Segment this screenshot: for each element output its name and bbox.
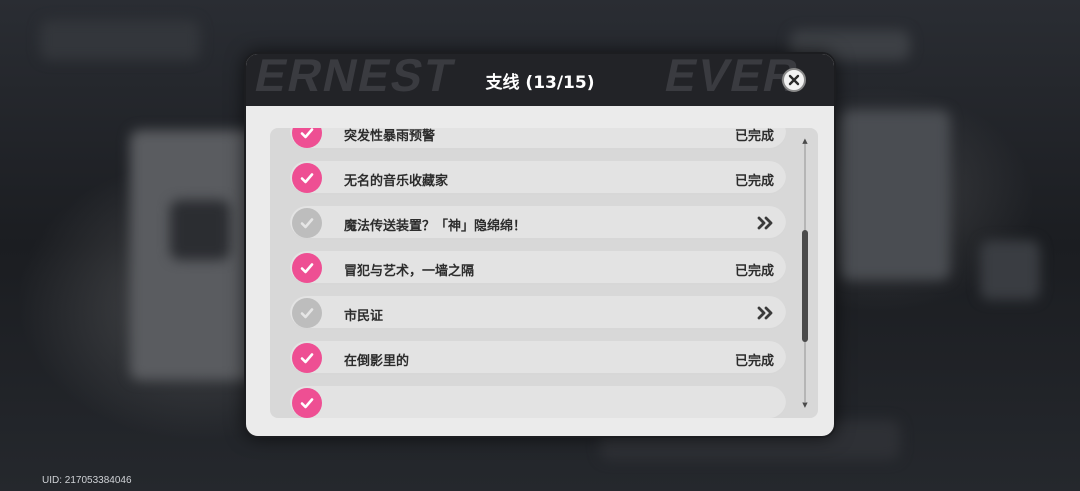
check-icon xyxy=(300,218,314,229)
completed-check-badge xyxy=(292,388,322,418)
check-icon xyxy=(300,308,314,319)
side-quest-dialog: ERNEST EVER 支线 (13/15) 突发性暴雨预警 已完成 无名的音乐收藏… xyxy=(244,52,836,438)
quest-status: 已完成 xyxy=(734,264,774,279)
completed-check-badge xyxy=(292,128,322,148)
check-icon xyxy=(300,353,314,364)
quest-title: 市民证 xyxy=(344,309,384,324)
quest-status: 已完成 xyxy=(734,174,774,189)
quest-row[interactable]: 市民证 xyxy=(290,296,786,330)
quest-row[interactable] xyxy=(290,386,786,418)
quest-row[interactable]: 无名的音乐收藏家 已完成 xyxy=(290,161,786,195)
check-icon xyxy=(300,263,314,274)
quest-title: 突发性暴雨预警 xyxy=(344,129,436,144)
dialog-title: 支线 (13/15) xyxy=(485,73,595,93)
quest-row[interactable]: 冒犯与艺术，一墙之隔 已完成 xyxy=(290,251,786,285)
check-icon xyxy=(300,128,314,139)
pending-check-badge xyxy=(292,208,322,238)
quest-row[interactable]: 在倒影里的 已完成 xyxy=(290,341,786,375)
quest-list[interactable]: 突发性暴雨预警 已完成 无名的音乐收藏家 已完成 魔法传送装置？「神」隐绵绵！ 冒犯与艺术… xyxy=(270,128,818,418)
dialog-header: ERNEST EVER 支线 (13/15) xyxy=(246,54,834,106)
quest-status: 已完成 xyxy=(734,354,774,369)
quest-row[interactable]: 突发性暴雨预警 已完成 xyxy=(290,128,786,150)
quest-title: 在倒影里的 xyxy=(344,354,410,369)
bg-shape xyxy=(840,110,950,280)
scroll-thumb[interactable] xyxy=(802,230,808,342)
close-icon xyxy=(788,74,800,86)
quest-row[interactable]: 魔法传送装置？「神」隐绵绵！ xyxy=(290,206,786,240)
quest-status: 已完成 xyxy=(734,129,774,144)
bg-shape xyxy=(980,240,1040,300)
bg-shape xyxy=(40,20,200,60)
check-icon xyxy=(300,173,314,184)
close-button[interactable] xyxy=(782,68,806,92)
scroll-up-icon: ▲ xyxy=(802,137,808,145)
quest-title: 魔法传送装置？「神」隐绵绵！ xyxy=(344,219,527,234)
completed-check-badge xyxy=(292,163,322,193)
quest-title: 冒犯与艺术，一墙之隔 xyxy=(344,264,475,279)
check-icon xyxy=(300,398,314,409)
pending-check-badge xyxy=(292,298,322,328)
uid-label: UID: 217053384046 xyxy=(42,475,132,486)
double-chevron-right-icon xyxy=(757,306,773,320)
scroll-down-icon: ▼ xyxy=(802,401,808,409)
quest-title: 无名的音乐收藏家 xyxy=(344,174,449,189)
completed-check-badge xyxy=(292,253,322,283)
bg-shape xyxy=(170,200,230,260)
completed-check-badge xyxy=(292,343,322,373)
double-chevron-right-icon xyxy=(757,216,773,230)
scrollbar[interactable]: ▲ ▼ xyxy=(802,137,808,409)
